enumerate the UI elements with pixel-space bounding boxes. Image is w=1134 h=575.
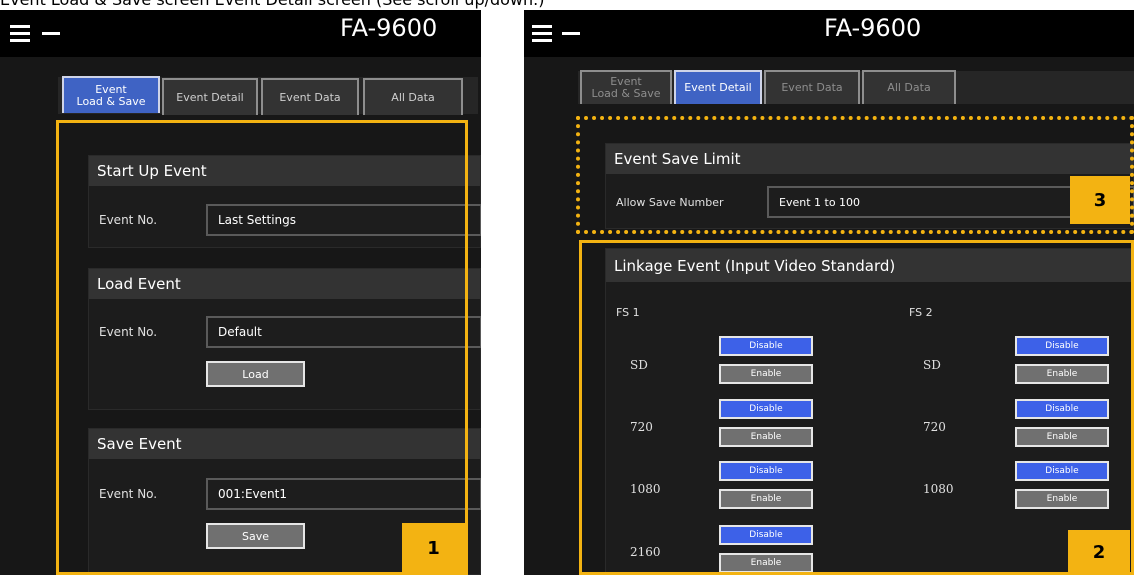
hamburger-menu-icon[interactable] bbox=[10, 22, 30, 44]
app-title: FA-9600 bbox=[340, 14, 438, 42]
callout-badge-1: 1 bbox=[402, 523, 465, 573]
callout-frame-1 bbox=[56, 120, 468, 575]
event-detail-screen: FA-9600 Event Load & Save Event Detail E… bbox=[524, 10, 1134, 575]
top-bar: FA-9600 bbox=[524, 10, 1134, 57]
tab-all-data[interactable]: All Data bbox=[862, 70, 956, 104]
tab-event-load-save[interactable]: Event Load & Save bbox=[62, 76, 160, 113]
event-load-save-screen: FA-9600 Event Load & Save Event Detail E… bbox=[0, 10, 481, 575]
tab-event-detail[interactable]: Event Detail bbox=[162, 78, 258, 115]
callout-frame-3 bbox=[576, 116, 1134, 234]
tab-event-load-save[interactable]: Event Load & Save bbox=[580, 70, 672, 104]
tab-all-data[interactable]: All Data bbox=[363, 78, 463, 115]
tab-event-data[interactable]: Event Data bbox=[261, 78, 359, 115]
app-title: FA-9600 bbox=[824, 14, 922, 42]
callout-badge-2: 2 bbox=[1068, 530, 1130, 575]
callout-badge-3: 3 bbox=[1070, 176, 1130, 224]
minimize-icon[interactable] bbox=[42, 32, 60, 35]
callout-frame-2 bbox=[579, 240, 1134, 575]
hamburger-menu-icon[interactable] bbox=[532, 22, 552, 44]
figure-caption: Event Load & Save screen Event Detail sc… bbox=[0, 0, 1134, 10]
tab-event-data[interactable]: Event Data bbox=[764, 70, 860, 104]
tab-event-detail[interactable]: Event Detail bbox=[674, 70, 762, 104]
top-bar: FA-9600 bbox=[0, 10, 481, 57]
minimize-icon[interactable] bbox=[562, 32, 580, 35]
